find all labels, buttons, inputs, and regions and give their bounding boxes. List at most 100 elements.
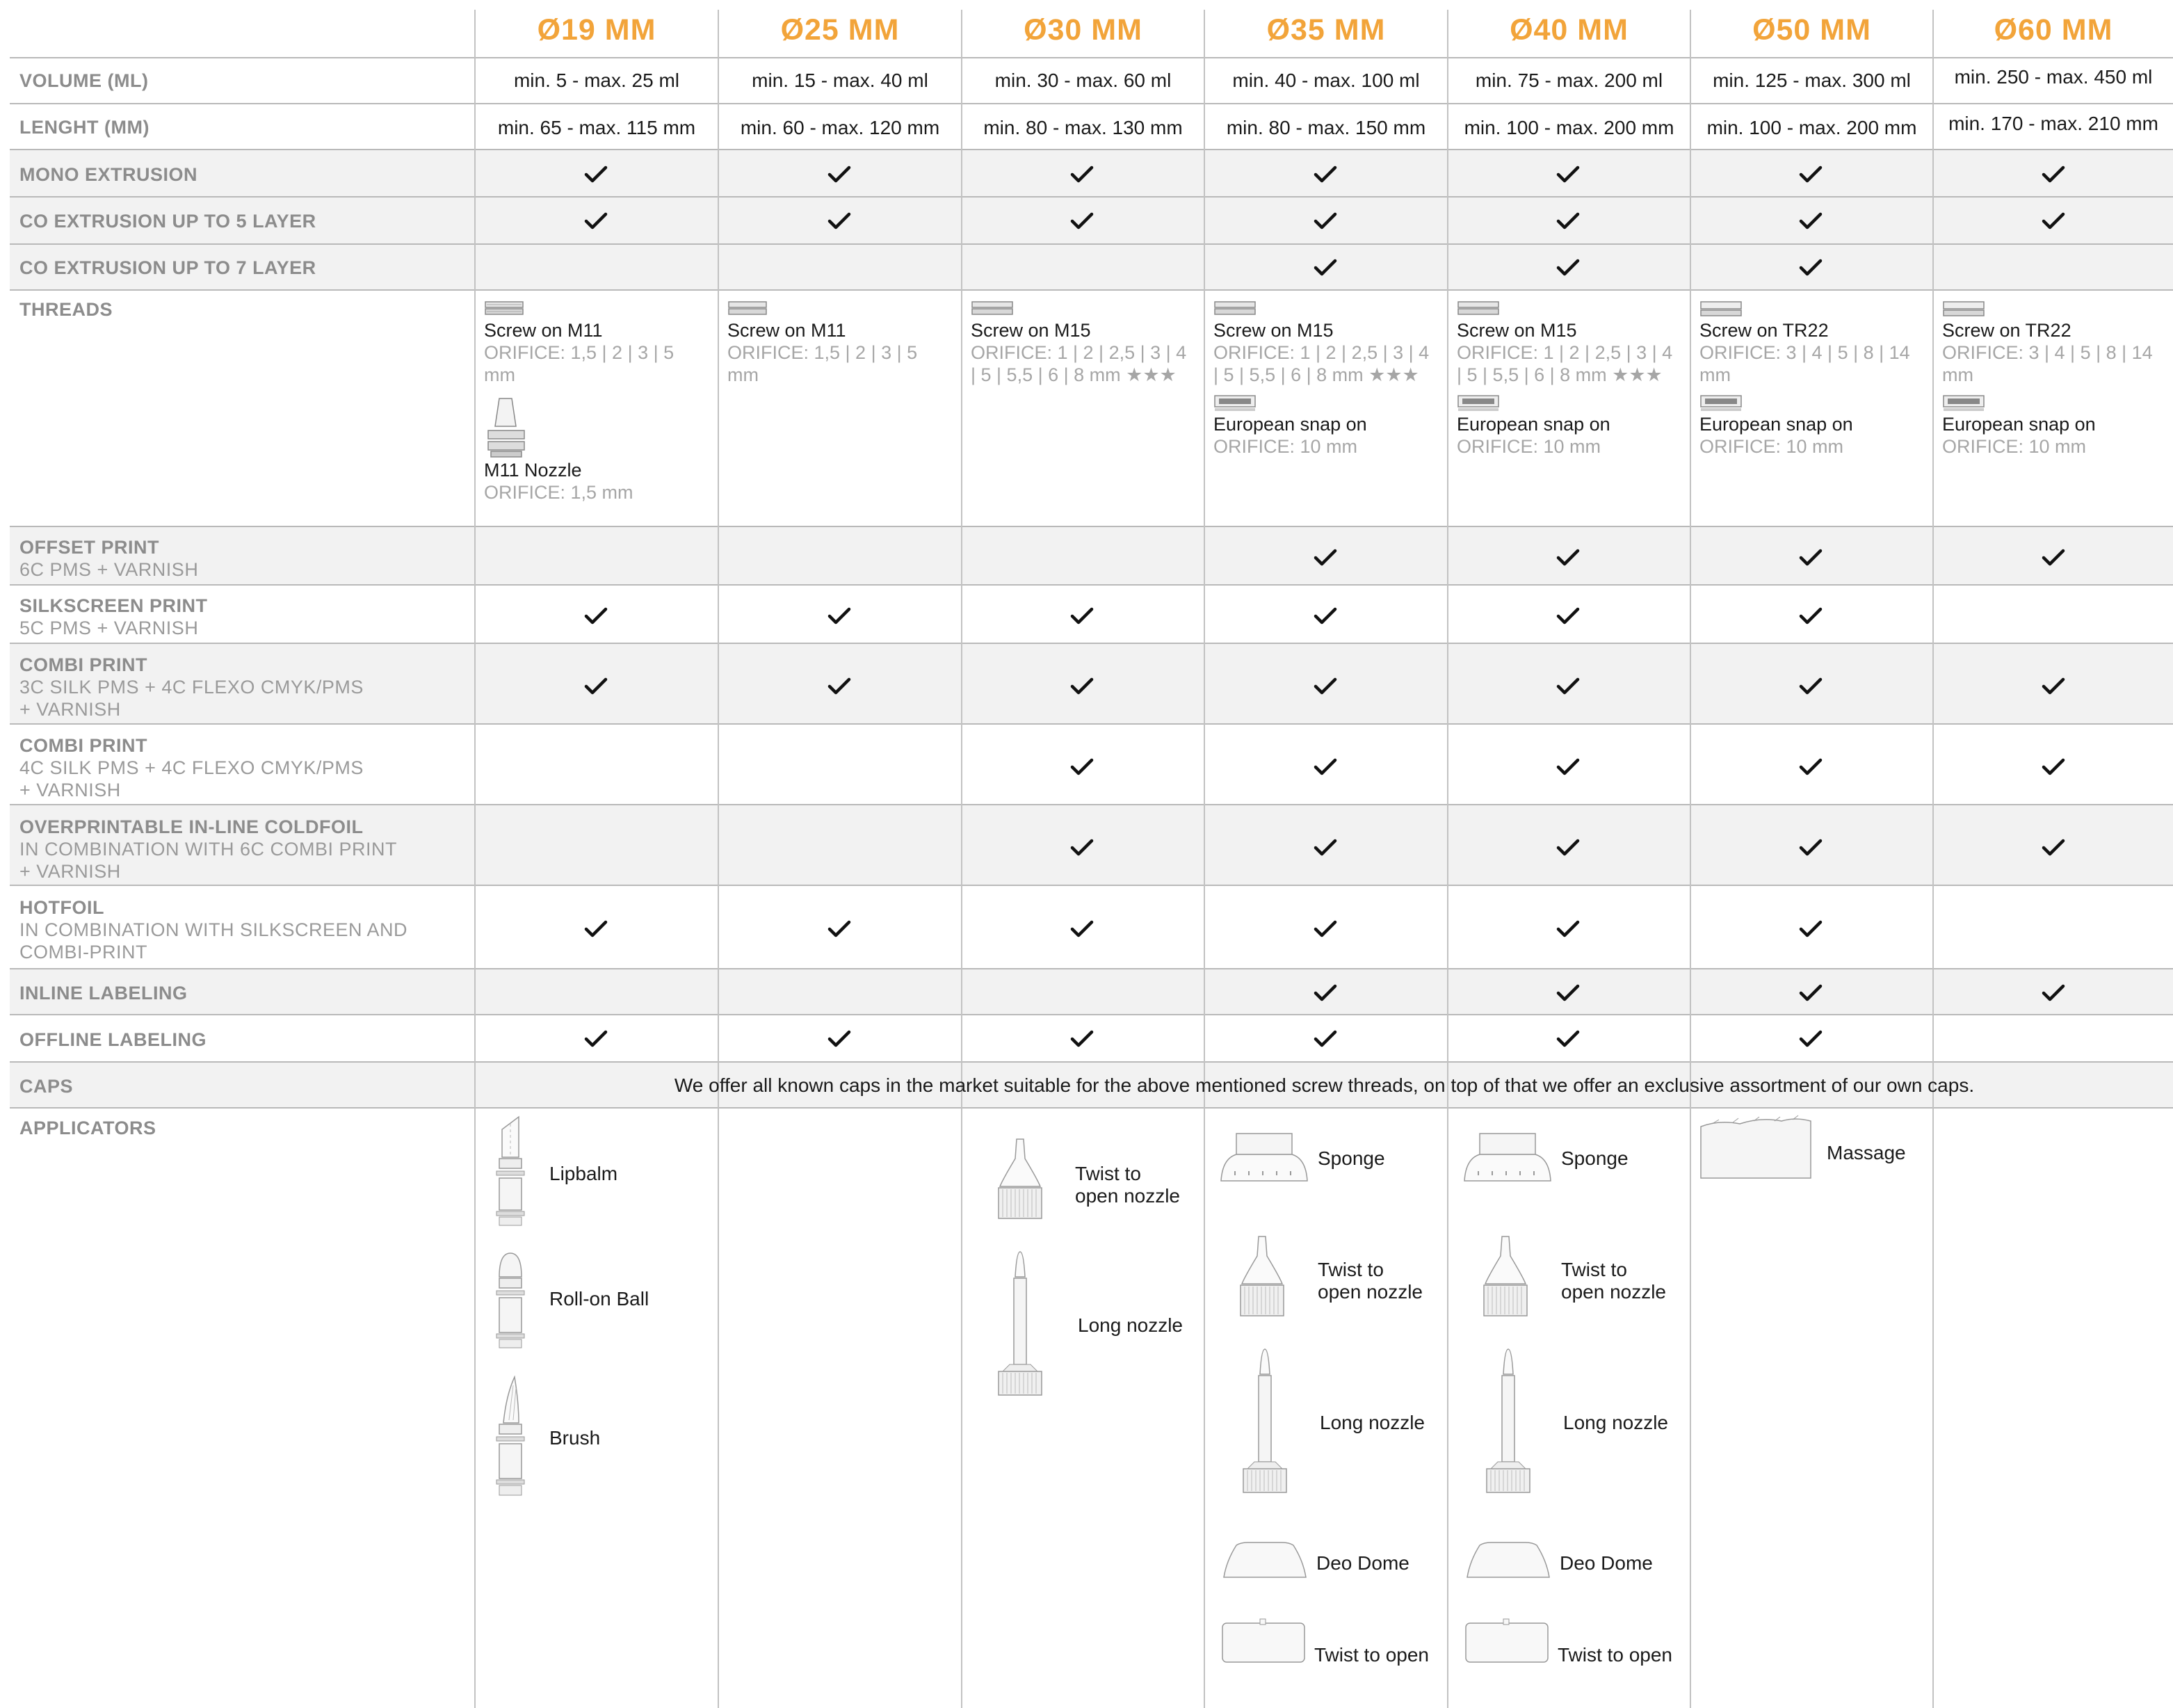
checkmark-icon — [1070, 166, 1094, 183]
checkmark-icon — [827, 920, 851, 937]
checkmark-icon — [1070, 607, 1094, 625]
checkmark-icon — [584, 1030, 608, 1047]
row-label-text: OVERPRINTABLE IN-LINE COLDFOIL — [19, 816, 364, 837]
threads-cell-30: Screw on M15 ORIFICE: 1 | 2 | 2,5 | 3 | … — [971, 298, 1197, 386]
thread-orifice: ORIFICE: 1,5 | 2 | 3 | 5 — [727, 342, 918, 363]
tr22-thread-icon — [1943, 301, 1985, 316]
applicator-label: open nozzle — [1075, 1185, 1181, 1207]
row-label-volume: VOLUME (ML) — [19, 70, 148, 92]
thread-name: European snap on — [1942, 414, 2096, 435]
checkmark-icon — [1556, 839, 1580, 856]
checkmark-icon — [827, 166, 851, 183]
checkmark-icon — [1314, 607, 1337, 625]
row-label-silkscreen: SILKSCREEN PRINT 5C PMS + VARNISH — [19, 595, 208, 639]
row-label-combi-3c: COMBI PRINT 3C SILK PMS + 4C FLEXO CMYK/P… — [19, 654, 364, 720]
checkmark-icon — [584, 920, 608, 937]
row-label-text: SILKSCREEN PRINT — [19, 595, 208, 616]
applicator-label: Twist to open — [1314, 1644, 1429, 1666]
checkmark-icon — [584, 677, 608, 695]
row-label-mono: MONO EXTRUSION — [19, 164, 197, 186]
row-label-text: OFFLINE LABELING — [19, 1029, 207, 1050]
row-label-length: LENGHT (MM) — [19, 117, 150, 138]
row-inline-labeling — [10, 969, 2173, 1015]
row-label-subtext: 4C SILK PMS + 4C FLEXO CMYK/PMS — [19, 757, 364, 778]
checkmark-icon — [1314, 549, 1337, 566]
applicator-label: Twist to — [1318, 1259, 1384, 1280]
european-snap-on-icon — [1457, 395, 1499, 411]
volume-value: min. 75 - max. 200 ml — [1475, 70, 1663, 91]
row-label-coldfoil: OVERPRINTABLE IN-LINE COLDFOIL IN COMBINA… — [19, 816, 397, 883]
row-label-text: CO EXTRUSION UP TO 5 LAYER — [19, 211, 316, 232]
length-value: min. 80 - max. 130 mm — [983, 117, 1183, 138]
row-label-subtext: + VARNISH — [19, 699, 121, 720]
applicator-label: Roll-on Ball — [549, 1288, 649, 1310]
row-label-text: CAPS — [19, 1076, 74, 1097]
row-label-subtext: + VARNISH — [19, 780, 121, 800]
thread-name: Screw on M11 — [484, 320, 603, 341]
row-label-subtext: COMBI-PRINT — [19, 942, 147, 962]
checkmark-icon — [584, 166, 608, 183]
row-label-combi-4c: COMBI PRINT 4C SILK PMS + 4C FLEXO CMYK/P… — [19, 735, 364, 801]
row-label-subtext: 6C PMS + VARNISH — [19, 559, 199, 580]
row-label-subtext: IN COMBINATION WITH 6C COMBI PRINT — [19, 839, 397, 860]
row-label-co5: CO EXTRUSION UP TO 5 LAYER — [19, 211, 316, 232]
screw-thread-icon — [485, 301, 524, 315]
checkmark-icon — [1314, 166, 1337, 183]
applicator-label: Long nozzle — [1320, 1412, 1425, 1433]
long-nozzle-icon — [1486, 1348, 1530, 1493]
checkmark-icon — [584, 607, 608, 625]
checkmark-icon — [1314, 212, 1337, 229]
checkmark-icon — [2042, 166, 2065, 183]
checkmark-icon — [1799, 839, 1823, 856]
row-label-threads: THREADS — [19, 299, 113, 321]
applicator-label: Twist to open — [1558, 1644, 1672, 1666]
row-label-caps: CAPS — [19, 1076, 73, 1097]
long-nozzle-icon — [1243, 1348, 1287, 1493]
checkmark-icon — [1070, 677, 1094, 695]
checkmark-icon — [1556, 984, 1580, 1001]
checkmark-icon — [1070, 1030, 1094, 1047]
row-label-text: THREADS — [19, 299, 113, 320]
column-header-40mm: Ø40 MM — [1510, 13, 1629, 47]
checkmark-icon — [1799, 1030, 1823, 1047]
checkmark-icon — [1556, 166, 1580, 183]
thread-orifice: ORIFICE: 1 | 2 | 2,5 | 3 | 4 — [1213, 342, 1430, 363]
checkmark-icon — [2042, 758, 2065, 775]
thread-orifice: ORIFICE: 3 | 4 | 5 | 8 | 14 — [1699, 342, 1910, 363]
checkmark-icon — [1556, 1030, 1580, 1047]
applicator-label: Deo Dome — [1316, 1552, 1409, 1574]
thread-orifice: ORIFICE: 10 mm — [1942, 436, 2087, 457]
thread-name: European snap on — [1213, 414, 1367, 435]
row-label-text: LENGHT (MM) — [19, 117, 150, 138]
column-divider — [1447, 10, 1448, 1708]
row-label-text: OFFSET PRINT — [19, 537, 159, 558]
row-label-text: APPLICATORS — [19, 1118, 156, 1138]
thread-orifice: ORIFICE: 1,5 | 2 | 3 | 5 — [484, 342, 674, 363]
checkmark-icon — [827, 607, 851, 625]
checkmark-icon — [1556, 259, 1580, 276]
checkmark-icon — [2042, 549, 2065, 566]
checkmark-icon — [1314, 839, 1337, 856]
thread-name: Screw on TR22 — [1699, 320, 1829, 341]
row-label-hotfoil: HOTFOIL IN COMBINATION WITH SILKSCREEN AN… — [19, 897, 407, 963]
column-divider — [1204, 10, 1205, 1708]
row-label-text: CO EXTRUSION UP TO 7 LAYER — [19, 257, 316, 278]
row-label-inline: INLINE LABELING — [19, 983, 188, 1004]
european-snap-on-icon — [1700, 395, 1742, 411]
checkmark-icon — [1556, 920, 1580, 937]
checkmark-icon — [2042, 212, 2065, 229]
thread-name: M11 Nozzle — [484, 460, 582, 481]
applicator-label: Sponge — [1318, 1147, 1385, 1169]
checkmark-icon — [1799, 166, 1823, 183]
checkmark-icon — [2042, 984, 2065, 1001]
checkmark-icon — [2042, 677, 2065, 695]
roll-on-ball-icon — [496, 1252, 525, 1348]
column-header-25mm: Ø25 MM — [780, 13, 900, 47]
lipbalm-icon — [496, 1115, 525, 1226]
deo-dome-icon — [1223, 1542, 1307, 1578]
european-snap-on-icon — [1943, 395, 1985, 411]
column-header-35mm: Ø35 MM — [1266, 13, 1386, 47]
screw-thread-icon — [728, 301, 767, 315]
row-label-subtext: 3C SILK PMS + 4C FLEXO CMYK/PMS — [19, 677, 364, 698]
thread-orifice: ORIFICE: 10 mm — [1457, 436, 1601, 457]
